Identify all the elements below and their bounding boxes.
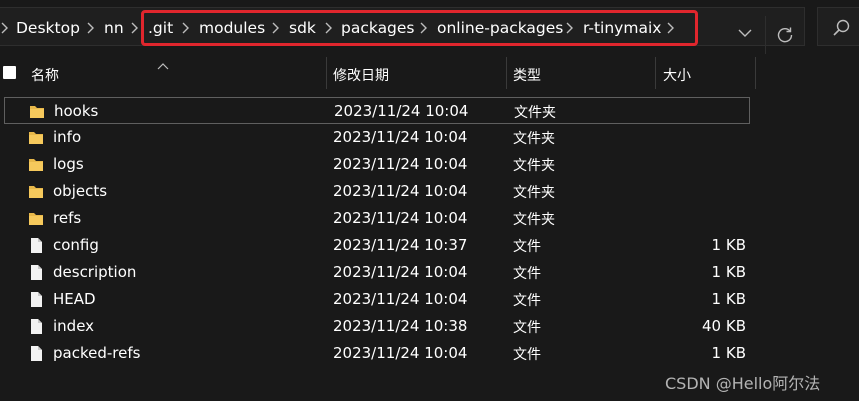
file-icon xyxy=(28,318,44,335)
file-date: 2023/11/24 10:04 xyxy=(333,155,468,173)
file-size: 1 KB xyxy=(711,236,746,254)
folder-icon xyxy=(28,210,44,227)
file-type: 文件夹 xyxy=(513,131,555,147)
file-row-head[interactable]: HEAD 2023/11/24 10:04 文件 1 KB xyxy=(4,286,750,313)
select-all-checkbox[interactable] xyxy=(3,66,16,79)
file-type: 文件夹 xyxy=(513,212,555,228)
file-icon xyxy=(28,291,44,308)
column-divider[interactable] xyxy=(655,57,656,89)
file-date: 2023/11/24 10:04 xyxy=(333,344,468,362)
chevron-right-icon[interactable] xyxy=(0,21,10,35)
file-type: 文件 xyxy=(513,239,541,255)
file-icon xyxy=(28,264,44,281)
column-name[interactable]: 名称 xyxy=(31,65,59,85)
column-header: 名称 修改日期 类型 大小 xyxy=(0,57,859,89)
file-icon xyxy=(28,345,44,362)
folder-icon xyxy=(28,183,44,200)
file-row-packed-refs[interactable]: packed-refs 2023/11/24 10:04 文件 1 KB xyxy=(4,340,750,367)
file-date: 2023/11/24 10:38 xyxy=(333,317,468,335)
column-type[interactable]: 类型 xyxy=(513,65,541,85)
file-row-refs[interactable]: refs 2023/11/24 10:04 文件夹 xyxy=(4,205,750,232)
file-date: 2023/11/24 10:04 xyxy=(333,209,468,227)
file-row-config[interactable]: config 2023/11/24 10:37 文件 1 KB xyxy=(4,232,750,259)
file-row-hooks[interactable]: hooks 2023/11/24 10:04 文件夹 xyxy=(4,97,750,124)
file-name: description xyxy=(53,263,137,281)
file-name: packed-refs xyxy=(53,344,141,362)
search-box[interactable] xyxy=(817,7,859,46)
file-name: logs xyxy=(53,155,84,173)
file-name: HEAD xyxy=(53,290,96,308)
sort-ascending-icon xyxy=(157,57,169,70)
chevron-down-icon[interactable] xyxy=(737,25,753,37)
search-icon[interactable] xyxy=(832,18,852,38)
breadcrumb-desktop[interactable]: Desktop xyxy=(16,19,80,37)
folder-icon xyxy=(29,103,45,120)
file-type: 文件夹 xyxy=(514,105,556,121)
address-bar-divider xyxy=(765,16,766,54)
watermark: CSDN @Hello阿尔法 xyxy=(665,374,821,393)
file-size: 1 KB xyxy=(711,263,746,281)
breadcrumb-nn[interactable]: nn xyxy=(104,19,124,37)
file-row-info[interactable]: info 2023/11/24 10:04 文件夹 xyxy=(4,124,750,151)
file-name: info xyxy=(53,128,82,146)
file-type: 文件夹 xyxy=(513,158,555,174)
file-row-objects[interactable]: objects 2023/11/24 10:04 文件夹 xyxy=(4,178,750,205)
file-size: 40 KB xyxy=(702,317,746,335)
file-type: 文件 xyxy=(513,347,541,363)
column-divider[interactable] xyxy=(326,57,327,89)
chevron-right-icon[interactable] xyxy=(130,21,140,35)
file-name: refs xyxy=(53,209,82,227)
file-row-index[interactable]: index 2023/11/24 10:38 文件 40 KB xyxy=(4,313,750,340)
column-divider[interactable] xyxy=(506,57,507,89)
file-row-logs[interactable]: logs 2023/11/24 10:04 文件夹 xyxy=(4,151,750,178)
column-divider[interactable] xyxy=(755,57,756,89)
file-date: 2023/11/24 10:04 xyxy=(333,182,468,200)
folder-icon xyxy=(28,129,44,146)
file-type: 文件 xyxy=(513,266,541,282)
column-size[interactable]: 大小 xyxy=(663,65,691,85)
file-date: 2023/11/24 10:37 xyxy=(333,236,468,254)
file-size: 1 KB xyxy=(711,344,746,362)
column-date[interactable]: 修改日期 xyxy=(333,65,389,85)
file-name: hooks xyxy=(54,102,99,120)
refresh-icon[interactable] xyxy=(775,25,795,45)
chevron-right-icon[interactable] xyxy=(86,21,96,35)
file-date: 2023/11/24 10:04 xyxy=(334,102,469,120)
file-date: 2023/11/24 10:04 xyxy=(333,263,468,281)
file-type: 文件 xyxy=(513,320,541,336)
file-icon xyxy=(28,237,44,254)
file-name: objects xyxy=(53,182,108,200)
file-name: config xyxy=(53,236,99,254)
path-highlight-box xyxy=(141,10,698,46)
folder-icon xyxy=(28,156,44,173)
file-date: 2023/11/24 10:04 xyxy=(333,128,468,146)
file-type: 文件夹 xyxy=(513,185,555,201)
file-row-description[interactable]: description 2023/11/24 10:04 文件 1 KB xyxy=(4,259,750,286)
file-type: 文件 xyxy=(513,293,541,309)
file-size: 1 KB xyxy=(711,290,746,308)
file-name: index xyxy=(53,317,95,335)
file-date: 2023/11/24 10:04 xyxy=(333,290,468,308)
